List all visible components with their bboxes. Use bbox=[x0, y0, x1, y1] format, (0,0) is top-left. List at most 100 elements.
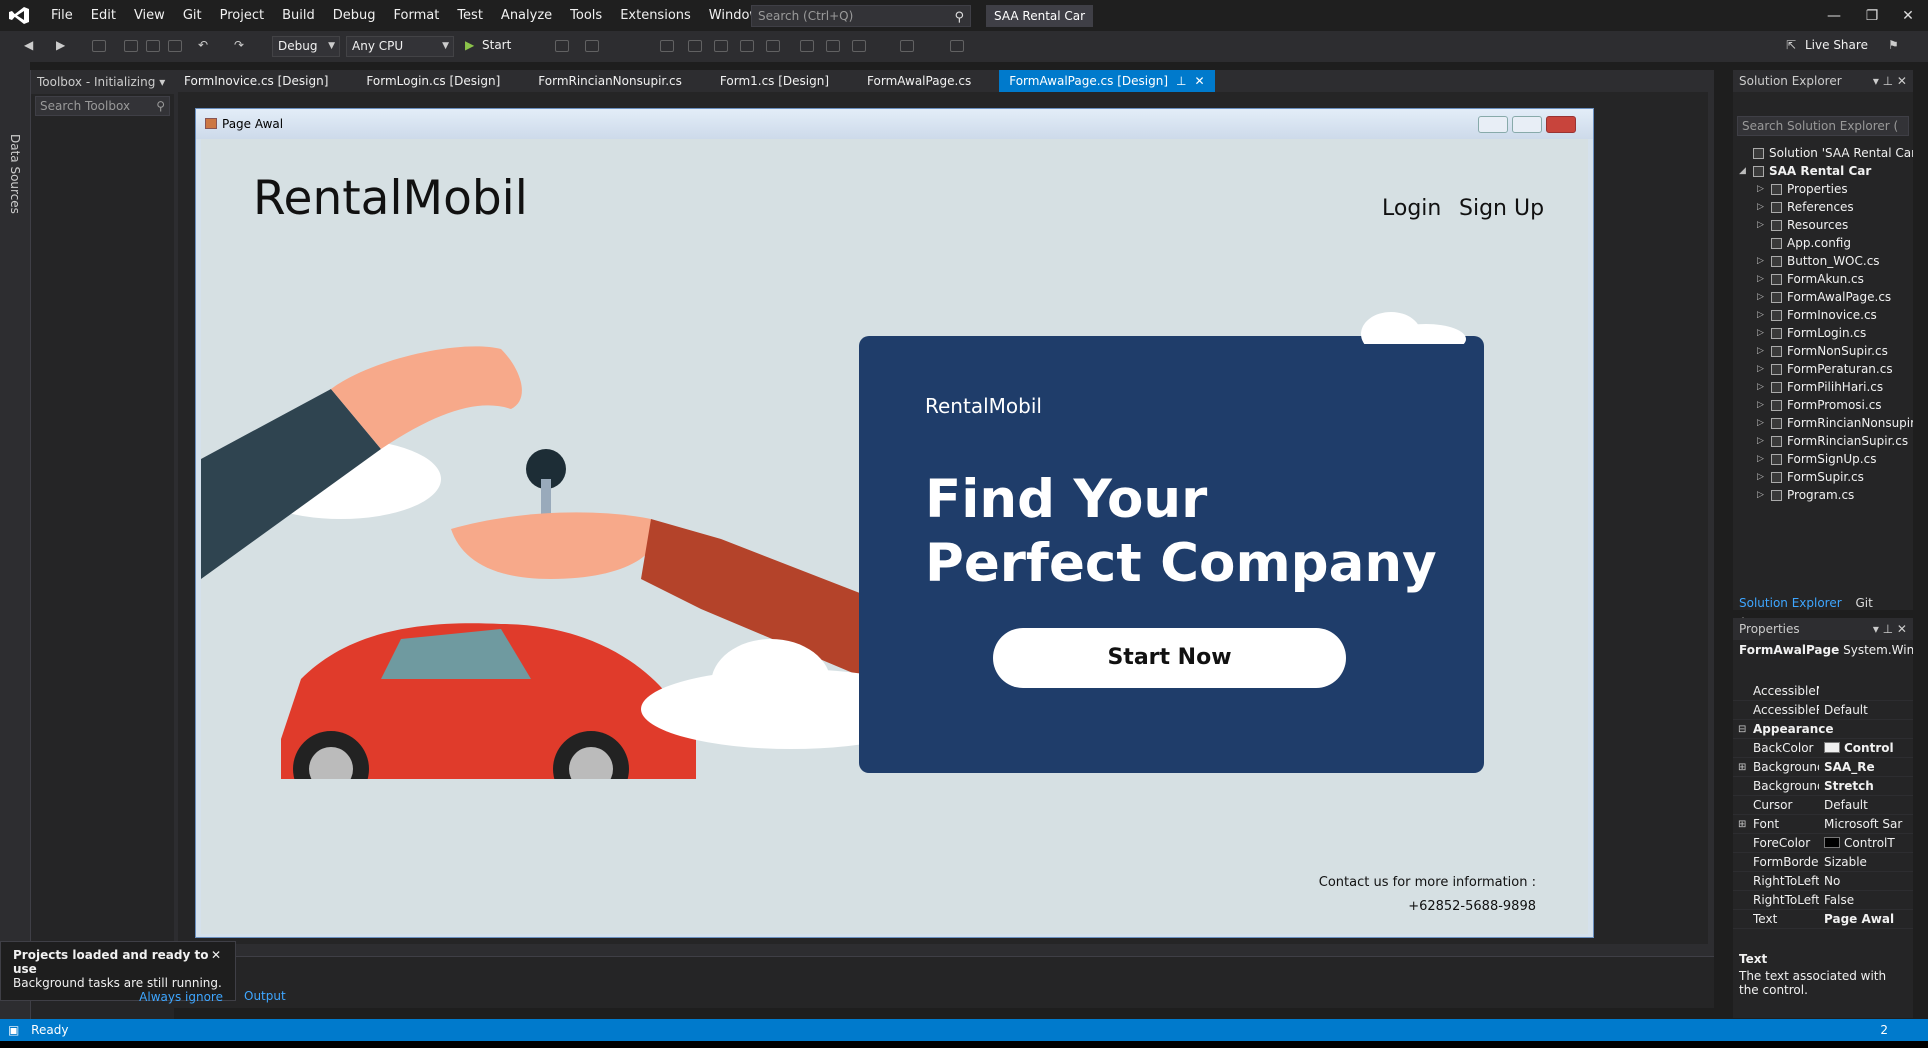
property-value[interactable]: Default bbox=[1824, 701, 1904, 719]
property-row[interactable]: AccessibleN bbox=[1733, 682, 1913, 701]
tab-formawalpage[interactable]: FormAwalPage.cs bbox=[857, 70, 981, 92]
new-project-icon[interactable] bbox=[92, 40, 106, 52]
align-center-icon[interactable] bbox=[688, 40, 702, 52]
close-button[interactable]: ✕ bbox=[1888, 4, 1928, 28]
tree-item-formlogin-cs[interactable]: ▷ FormLogin.cs bbox=[1733, 324, 1913, 342]
expand-arrow-icon[interactable]: ▷ bbox=[1757, 450, 1764, 468]
platform-dropdown[interactable]: Any CPU ▼ bbox=[346, 36, 454, 57]
property-category[interactable]: ⊟ Appearance bbox=[1733, 720, 1913, 739]
open-icon[interactable] bbox=[124, 40, 138, 52]
property-row[interactable]: Cursor Default bbox=[1733, 796, 1913, 815]
maximize-button[interactable]: ❐ bbox=[1852, 4, 1892, 28]
data-sources-tab[interactable]: Data Sources bbox=[8, 134, 22, 214]
save-icon[interactable] bbox=[146, 40, 160, 52]
property-value[interactable]: Microsoft Sar bbox=[1824, 815, 1904, 833]
undo-icon[interactable]: ↶ bbox=[198, 38, 208, 56]
signup-link[interactable]: Sign Up bbox=[1459, 196, 1544, 221]
menu-item-edit[interactable]: Edit bbox=[82, 8, 125, 23]
expand-icon[interactable]: ⊟ bbox=[1738, 720, 1746, 738]
toolbox-search-input[interactable]: Search Toolbox ⚲ bbox=[35, 96, 170, 116]
property-row[interactable]: FormBorder Sizable bbox=[1733, 853, 1913, 872]
forward-icon[interactable]: ▶ bbox=[56, 38, 65, 56]
expand-arrow-icon[interactable]: ▷ bbox=[1757, 198, 1764, 216]
property-row[interactable]: ⊞ Background SAA_Re bbox=[1733, 758, 1913, 777]
tree-item-formnonsupir-cs[interactable]: ▷ FormNonSupir.cs bbox=[1733, 342, 1913, 360]
tree-item-references[interactable]: ▷ References bbox=[1733, 198, 1913, 216]
align-top-icon[interactable] bbox=[740, 40, 754, 52]
property-row[interactable]: Text Page Awal bbox=[1733, 910, 1913, 929]
start-now-button[interactable]: Start Now bbox=[993, 628, 1346, 688]
menu-item-view[interactable]: View bbox=[125, 8, 174, 23]
menu-item-extensions[interactable]: Extensions bbox=[611, 8, 700, 23]
tree-item-app-config[interactable]: App.config bbox=[1733, 234, 1913, 252]
expand-arrow-icon[interactable]: ▷ bbox=[1757, 306, 1764, 324]
expand-arrow-icon[interactable]: ▷ bbox=[1757, 468, 1764, 486]
expand-arrow-icon[interactable]: ▷ bbox=[1757, 288, 1764, 306]
back-icon[interactable]: ◀ bbox=[24, 38, 33, 56]
property-value[interactable]: No bbox=[1824, 872, 1904, 890]
form-window[interactable]: Page Awal RentalMobil Login Sign Up Rent… bbox=[195, 108, 1594, 938]
expand-arrow-icon[interactable]: ▷ bbox=[1757, 216, 1764, 234]
toolbar-icon[interactable] bbox=[555, 40, 569, 52]
tab-solution-explorer[interactable]: Solution Explorer bbox=[1739, 596, 1842, 610]
pane-controls-icon[interactable]: ▾ ⊥ ✕ bbox=[1873, 70, 1907, 92]
tree-item-formawalpage-cs[interactable]: ▷ FormAwalPage.cs bbox=[1733, 288, 1913, 306]
minimize-button[interactable]: — bbox=[1814, 4, 1854, 28]
feedback-icon[interactable]: ⚑ bbox=[1888, 38, 1899, 56]
expand-arrow-icon[interactable]: ▷ bbox=[1757, 486, 1764, 504]
property-row[interactable]: ForeColor ControlT bbox=[1733, 834, 1913, 853]
tab-formlogin-design[interactable]: FormLogin.cs [Design] bbox=[356, 70, 510, 92]
tree-solution[interactable]: Solution 'SAA Rental Car' ( bbox=[1733, 144, 1913, 162]
start-icon[interactable]: ▶ bbox=[465, 38, 474, 56]
tree-item-formsupir-cs[interactable]: ▷ FormSupir.cs bbox=[1733, 468, 1913, 486]
property-value[interactable]: Control bbox=[1824, 739, 1904, 757]
form-maximize-button[interactable] bbox=[1512, 116, 1542, 133]
menu-item-format[interactable]: Format bbox=[385, 8, 449, 23]
property-value[interactable]: Page Awal bbox=[1824, 910, 1904, 928]
pin-icon[interactable]: ⊥ bbox=[1176, 74, 1186, 88]
menu-item-tools[interactable]: Tools bbox=[561, 8, 611, 23]
same-size-icon[interactable] bbox=[852, 40, 866, 52]
tree-item-forminovice-cs[interactable]: ▷ FormInovice.cs bbox=[1733, 306, 1913, 324]
expand-arrow-icon[interactable]: ▷ bbox=[1757, 360, 1764, 378]
tree-item-formrinciansupir-cs[interactable]: ▷ FormRincianSupir.cs bbox=[1733, 432, 1913, 450]
tab-output[interactable]: Output bbox=[244, 989, 286, 1003]
save-all-icon[interactable] bbox=[168, 40, 182, 52]
align-middle-icon[interactable] bbox=[766, 40, 780, 52]
expand-icon[interactable]: ⊞ bbox=[1738, 815, 1746, 833]
close-icon[interactable]: ✕ bbox=[211, 948, 221, 962]
property-row[interactable]: RightToLeft No bbox=[1733, 872, 1913, 891]
same-width-icon[interactable] bbox=[800, 40, 814, 52]
same-height-icon[interactable] bbox=[826, 40, 840, 52]
expand-arrow-icon[interactable]: ◢ bbox=[1739, 162, 1746, 180]
notifications-badge[interactable]: 2 bbox=[1880, 1019, 1888, 1041]
property-row[interactable]: AccessibleR Default bbox=[1733, 701, 1913, 720]
spacing-icon[interactable] bbox=[900, 40, 914, 52]
tree-item-formrinciannonsupir[interactable]: ▷ FormRincianNonsupir bbox=[1733, 414, 1913, 432]
menu-item-analyze[interactable]: Analyze bbox=[492, 8, 561, 23]
property-value[interactable]: False bbox=[1824, 891, 1904, 909]
property-value[interactable]: Default bbox=[1824, 796, 1904, 814]
login-link[interactable]: Login bbox=[1382, 196, 1441, 221]
tab-formrinciannonsupir[interactable]: FormRincianNonsupir.cs bbox=[528, 70, 692, 92]
live-share-icon[interactable]: ⇱ bbox=[1786, 38, 1796, 56]
expand-arrow-icon[interactable]: ▷ bbox=[1757, 252, 1764, 270]
tab-forminovice-design[interactable]: FormInovice.cs [Design] bbox=[174, 70, 338, 92]
live-share-button[interactable]: Live Share bbox=[1805, 38, 1868, 56]
property-row[interactable]: RightToLeftL False bbox=[1733, 891, 1913, 910]
tree-item-properties[interactable]: ▷ Properties bbox=[1733, 180, 1913, 198]
menu-item-project[interactable]: Project bbox=[211, 8, 273, 23]
close-tab-icon[interactable]: ✕ bbox=[1194, 74, 1204, 88]
expand-arrow-icon[interactable]: ▷ bbox=[1757, 414, 1764, 432]
expand-arrow-icon[interactable]: ▷ bbox=[1757, 324, 1764, 342]
tree-item-program-cs[interactable]: ▷ Program.cs bbox=[1733, 486, 1913, 504]
pane-controls-icon[interactable]: ▾ ⊥ ✕ bbox=[1873, 618, 1907, 640]
form-minimize-button[interactable] bbox=[1478, 116, 1508, 133]
tab-form1-design[interactable]: Form1.cs [Design] bbox=[710, 70, 839, 92]
tab-formawalpage-design[interactable]: FormAwalPage.cs [Design] ⊥ ✕ bbox=[999, 70, 1215, 92]
expand-arrow-icon[interactable]: ▷ bbox=[1757, 396, 1764, 414]
tree-item-resources[interactable]: ▷ Resources bbox=[1733, 216, 1913, 234]
property-row[interactable]: BackColor Control bbox=[1733, 739, 1913, 758]
solution-search-input[interactable]: Search Solution Explorer ( bbox=[1737, 116, 1909, 136]
expand-arrow-icon[interactable]: ▷ bbox=[1757, 378, 1764, 396]
